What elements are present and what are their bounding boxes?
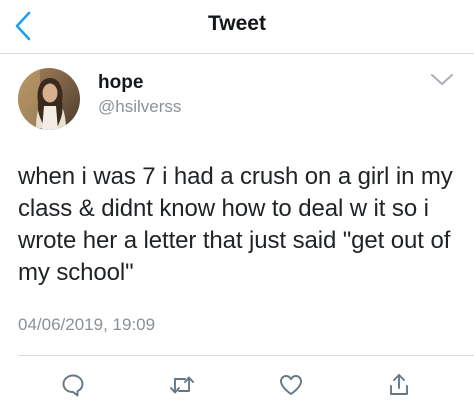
display-name[interactable]: hope [98, 72, 143, 94]
tweet-author: hope @hsilverss [18, 68, 458, 132]
tweet-actions [0, 356, 474, 408]
tweet-timestamp: 04/06/2019, 19:09 [18, 315, 156, 334]
like-button[interactable] [276, 370, 306, 400]
page-title: Tweet [208, 12, 266, 35]
chevron-down-icon [431, 74, 453, 85]
nav-bar: Tweet [0, 0, 474, 54]
reply-icon [62, 374, 84, 397]
retweet-icon [170, 376, 194, 394]
tweet-text: when i was 7 i had a crush on a girl in … [18, 163, 453, 286]
share-button[interactable] [384, 370, 414, 400]
heart-icon [280, 375, 302, 395]
tweet-menu-button[interactable] [428, 70, 456, 90]
reply-button[interactable] [58, 370, 88, 400]
username-handle[interactable]: @hsilverss [98, 97, 181, 117]
avatar[interactable] [18, 68, 80, 130]
share-icon [390, 374, 408, 395]
retweet-button[interactable] [167, 370, 197, 400]
avatar-photo [18, 68, 80, 130]
